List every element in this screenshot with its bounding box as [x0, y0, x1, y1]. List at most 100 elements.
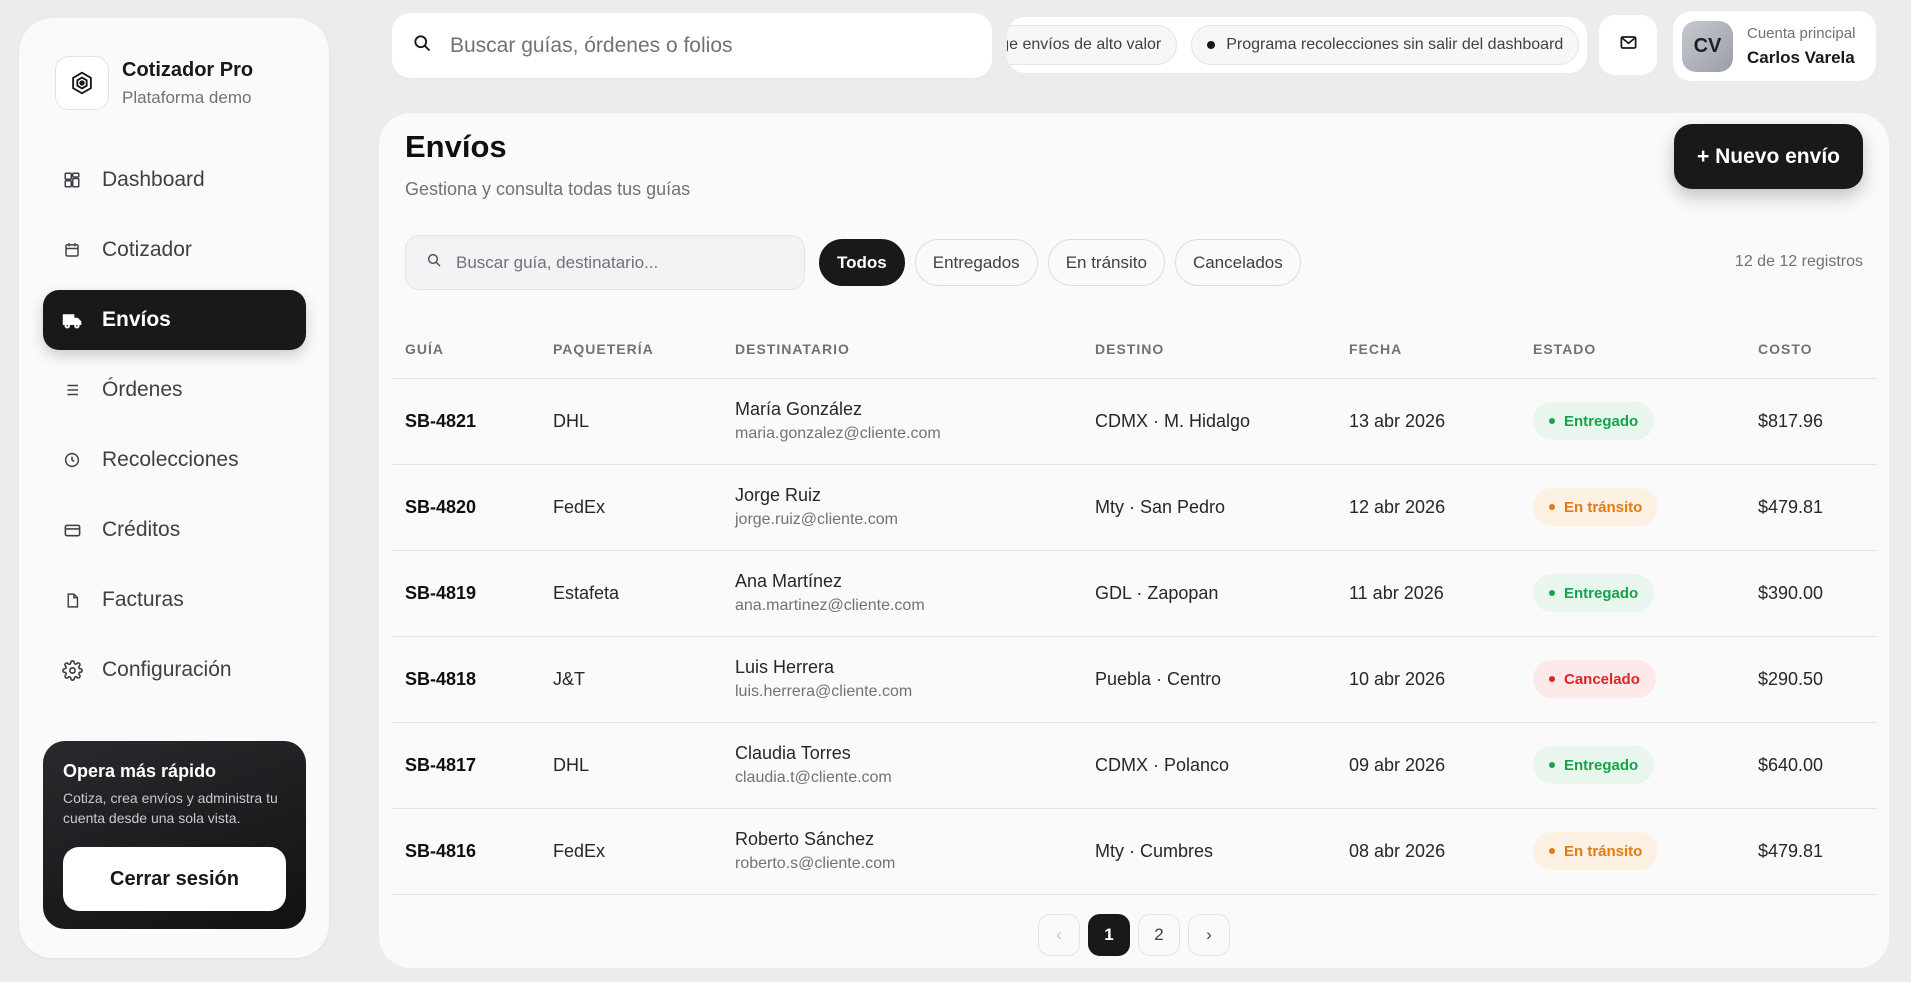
date: 13 abr 2026 — [1335, 378, 1519, 465]
table-body: SB-4821 DHL María González maria.gonzalez@c… — [391, 378, 1877, 895]
pagination-next-button[interactable]: › — [1188, 914, 1230, 956]
cost: $640.00 — [1744, 722, 1877, 809]
tracking-number: SB-4816 — [391, 808, 539, 895]
page-title: Envíos — [405, 129, 507, 164]
destination: Mty · Cumbres — [1081, 808, 1335, 895]
column-header-fecha: FECHA — [1335, 320, 1519, 379]
destination: CDMX · M. Hidalgo — [1081, 378, 1335, 465]
sidebar-item-envios[interactable]: Envíos — [43, 290, 306, 350]
logout-button[interactable]: Cerrar sesión — [63, 847, 286, 911]
sidebar-item-dashboard[interactable]: Dashboard — [43, 150, 306, 210]
status-dot-icon — [1549, 762, 1555, 768]
pagination-page-1[interactable]: 1 — [1088, 914, 1130, 956]
status-badge: Entregado — [1533, 402, 1655, 440]
new-shipment-button[interactable]: + Nuevo envío — [1674, 124, 1863, 189]
search-icon — [412, 33, 432, 58]
status-dot-icon — [1549, 590, 1555, 596]
shipments-table: GUÍA PAQUETERÍA DESTINATARIO DESTINO FECHA ES… — [391, 320, 1877, 895]
calendar-icon — [61, 239, 83, 261]
recipient-name: Jorge Ruiz — [735, 485, 822, 505]
global-search-input[interactable] — [450, 33, 970, 58]
carrier: J&T — [539, 636, 721, 723]
sidebar-item-label: Configuración — [102, 658, 232, 681]
cost: $817.96 — [1744, 378, 1877, 465]
table-row[interactable]: SB-4821 DHL María González maria.gonzalez@c… — [391, 378, 1877, 465]
ticker-text: Programa recolecciones sin salir del das… — [1226, 36, 1564, 53]
column-header-guia: GUÍA — [391, 320, 539, 379]
filter-cancelados[interactable]: Cancelados — [1174, 239, 1301, 286]
sidebar-item-facturas[interactable]: Facturas — [43, 570, 306, 630]
status-badge: En tránsito — [1533, 832, 1659, 870]
recipient-email: maria.gonzalez@cliente.com — [735, 425, 941, 442]
status-filters: Todos Entregados En tránsito Cancelados — [819, 239, 1311, 286]
document-icon — [61, 589, 83, 611]
status-badge: En tránsito — [1533, 488, 1659, 526]
truck-icon — [61, 309, 83, 331]
recipient: María González maria.gonzalez@cliente.com — [721, 378, 1081, 465]
recipient-name: Luis Herrera — [735, 657, 835, 677]
ticker-pill: Programa recolecciones sin salir del das… — [1191, 25, 1580, 65]
sidebar: Cotizador Pro Plataforma demo Dashboard C… — [19, 18, 329, 958]
recipient-email: luis.herrera@cliente.com — [735, 683, 913, 700]
cost: $390.00 — [1744, 550, 1877, 637]
carrier: DHL — [539, 722, 721, 809]
status-label: Entregado — [1564, 756, 1639, 774]
sidebar-item-label: Cotizador — [102, 238, 192, 261]
search-icon — [426, 252, 442, 273]
sidebar-item-configuracion[interactable]: Configuración — [43, 640, 306, 700]
sidebar-nav: Dashboard Cotizador Envíos Órdenes Recolecci… — [43, 150, 306, 710]
sidebar-item-label: Créditos — [102, 518, 181, 541]
table-row[interactable]: SB-4818 J&T Luis Herrera luis.herrera@clien… — [391, 636, 1877, 723]
pagination-page-2[interactable]: 2 — [1138, 914, 1180, 956]
sidebar-item-recolecciones[interactable]: Recolecciones — [43, 430, 306, 490]
recipient: Jorge Ruiz jorge.ruiz@cliente.com — [721, 464, 1081, 551]
table-row[interactable]: SB-4817 DHL Claudia Torres claudia.t@client… — [391, 722, 1877, 809]
table-search-input[interactable] — [456, 252, 796, 273]
destination: Mty · San Pedro — [1081, 464, 1335, 551]
table-row[interactable]: SB-4819 Estafeta Ana Martínez ana.martinez@… — [391, 550, 1877, 637]
avatar: CV — [1682, 20, 1733, 72]
status-label: En tránsito — [1564, 842, 1643, 860]
tracking-number: SB-4819 — [391, 550, 539, 637]
recipient-email: jorge.ruiz@cliente.com — [735, 511, 898, 528]
messages-button[interactable] — [1599, 15, 1657, 75]
column-header-costo: COSTO — [1744, 320, 1877, 379]
date: 08 abr 2026 — [1335, 808, 1519, 895]
filter-entregados[interactable]: Entregados — [914, 239, 1038, 286]
filter-todos[interactable]: Todos — [819, 239, 905, 286]
sidebar-item-cotizador[interactable]: Cotizador — [43, 220, 306, 280]
status-badge: Entregado — [1533, 574, 1655, 612]
date: 10 abr 2026 — [1335, 636, 1519, 723]
promo-title: Opera más rápido — [63, 761, 217, 781]
mail-icon — [1619, 33, 1638, 57]
table-row[interactable]: SB-4820 FedEx Jorge Ruiz jorge.ruiz@cliente… — [391, 464, 1877, 551]
table-row[interactable]: SB-4816 FedEx Roberto Sánchez roberto.s@cli… — [391, 808, 1877, 895]
account-menu[interactable]: CV Cuenta principal Carlos Varela — [1673, 11, 1876, 81]
sidebar-item-label: Dashboard — [102, 168, 205, 191]
sidebar-item-ordenes[interactable]: Órdenes — [43, 360, 306, 420]
records-count: 12 de 12 registros — [1734, 253, 1863, 270]
page-subtitle: Gestiona y consulta todas tus guías — [405, 179, 691, 199]
list-icon — [61, 379, 83, 401]
sidebar-item-label: Facturas — [102, 588, 184, 611]
status-label: Entregado — [1564, 584, 1639, 602]
carrier: FedEx — [539, 808, 721, 895]
status-cell: En tránsito — [1519, 808, 1744, 895]
date: 09 abr 2026 — [1335, 722, 1519, 809]
ticker-text: Protege envíos de alto valor — [1007, 36, 1162, 53]
clock-icon — [61, 449, 83, 471]
table-search[interactable] — [405, 235, 805, 290]
credit-card-icon — [61, 519, 83, 541]
bullet-dot-icon — [1207, 41, 1216, 49]
status-dot-icon — [1549, 418, 1555, 424]
sidebar-item-creditos[interactable]: Créditos — [43, 500, 306, 560]
filter-en-transito[interactable]: En tránsito — [1047, 239, 1165, 286]
pagination: ‹ 1 2 › — [1038, 914, 1238, 956]
status-cell: Entregado — [1519, 550, 1744, 637]
announcement-ticker: Protege envíos de alto valor Programa rec… — [1007, 17, 1587, 73]
status-label: En tránsito — [1564, 498, 1643, 516]
pagination-prev-button[interactable]: ‹ — [1038, 914, 1080, 956]
date: 12 abr 2026 — [1335, 464, 1519, 551]
global-search[interactable] — [392, 13, 992, 78]
status-badge: Cancelado — [1533, 660, 1656, 698]
